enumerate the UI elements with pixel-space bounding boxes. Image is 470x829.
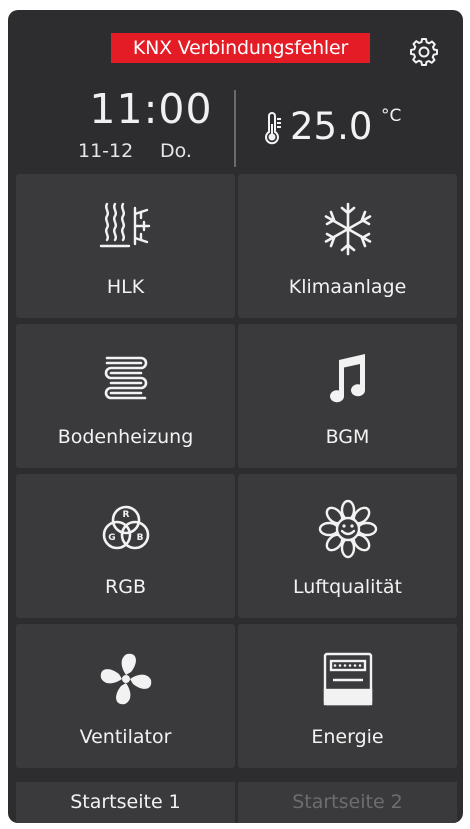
clock-time: 11:00: [89, 85, 213, 133]
tile-label: RGB: [105, 576, 146, 598]
fan-icon: [95, 648, 157, 710]
svg-text:B: B: [136, 533, 143, 543]
snowflake-icon: [317, 198, 379, 260]
temperature-value: 25.0: [290, 105, 373, 148]
tile-label: HLK: [106, 276, 145, 298]
floor-heating-icon: [95, 348, 157, 410]
rgb-icon: R G B: [95, 498, 157, 560]
thermometer-icon: [264, 112, 284, 146]
tile-klimaanlage[interactable]: Klimaanlage: [238, 174, 457, 318]
temperature-unit: °C: [381, 106, 402, 126]
tile-label: BGM: [325, 426, 370, 448]
svg-text:R: R: [122, 510, 129, 520]
tile-label: Luftqualität: [293, 576, 402, 598]
tile-label: Klimaanlage: [288, 276, 407, 298]
tile-rgb[interactable]: R G B RGB: [16, 474, 235, 618]
svg-text:G: G: [108, 533, 115, 543]
tile-luftqualitaet[interactable]: Luftqualität: [238, 474, 457, 618]
tile-hlk[interactable]: HLK: [16, 174, 235, 318]
tile-bgm[interactable]: BGM: [238, 324, 457, 468]
flower-smile-icon: [317, 498, 379, 560]
page-tab-startseite-2[interactable]: Startseite 2: [238, 782, 457, 823]
page-tab-startseite-1[interactable]: Startseite 1: [16, 782, 235, 823]
date-text: 11-12: [78, 140, 134, 162]
energy-meter-icon: [317, 648, 379, 710]
control-panel-screen: KNX Verbindungsfehler 11:00 11-12 Do. 25…: [8, 10, 463, 823]
music-note-icon: [317, 348, 379, 410]
tile-label: Bodenheizung: [57, 426, 194, 448]
weekday-text: Do.: [160, 140, 192, 162]
tile-label: Ventilator: [79, 726, 172, 748]
settings-button[interactable]: [409, 36, 439, 66]
tile-ventilator[interactable]: Ventilator: [16, 624, 235, 768]
gear-icon: [409, 36, 439, 66]
connection-error-banner: KNX Verbindungsfehler: [111, 33, 370, 63]
tile-energie[interactable]: Energie: [238, 624, 457, 768]
hvac-icon: [95, 198, 157, 260]
page-switcher: Startseite 1 Startseite 2: [8, 782, 463, 823]
tile-bodenheizung[interactable]: Bodenheizung: [16, 324, 235, 468]
header-divider: [234, 90, 236, 167]
tile-label: Energie: [311, 726, 384, 748]
